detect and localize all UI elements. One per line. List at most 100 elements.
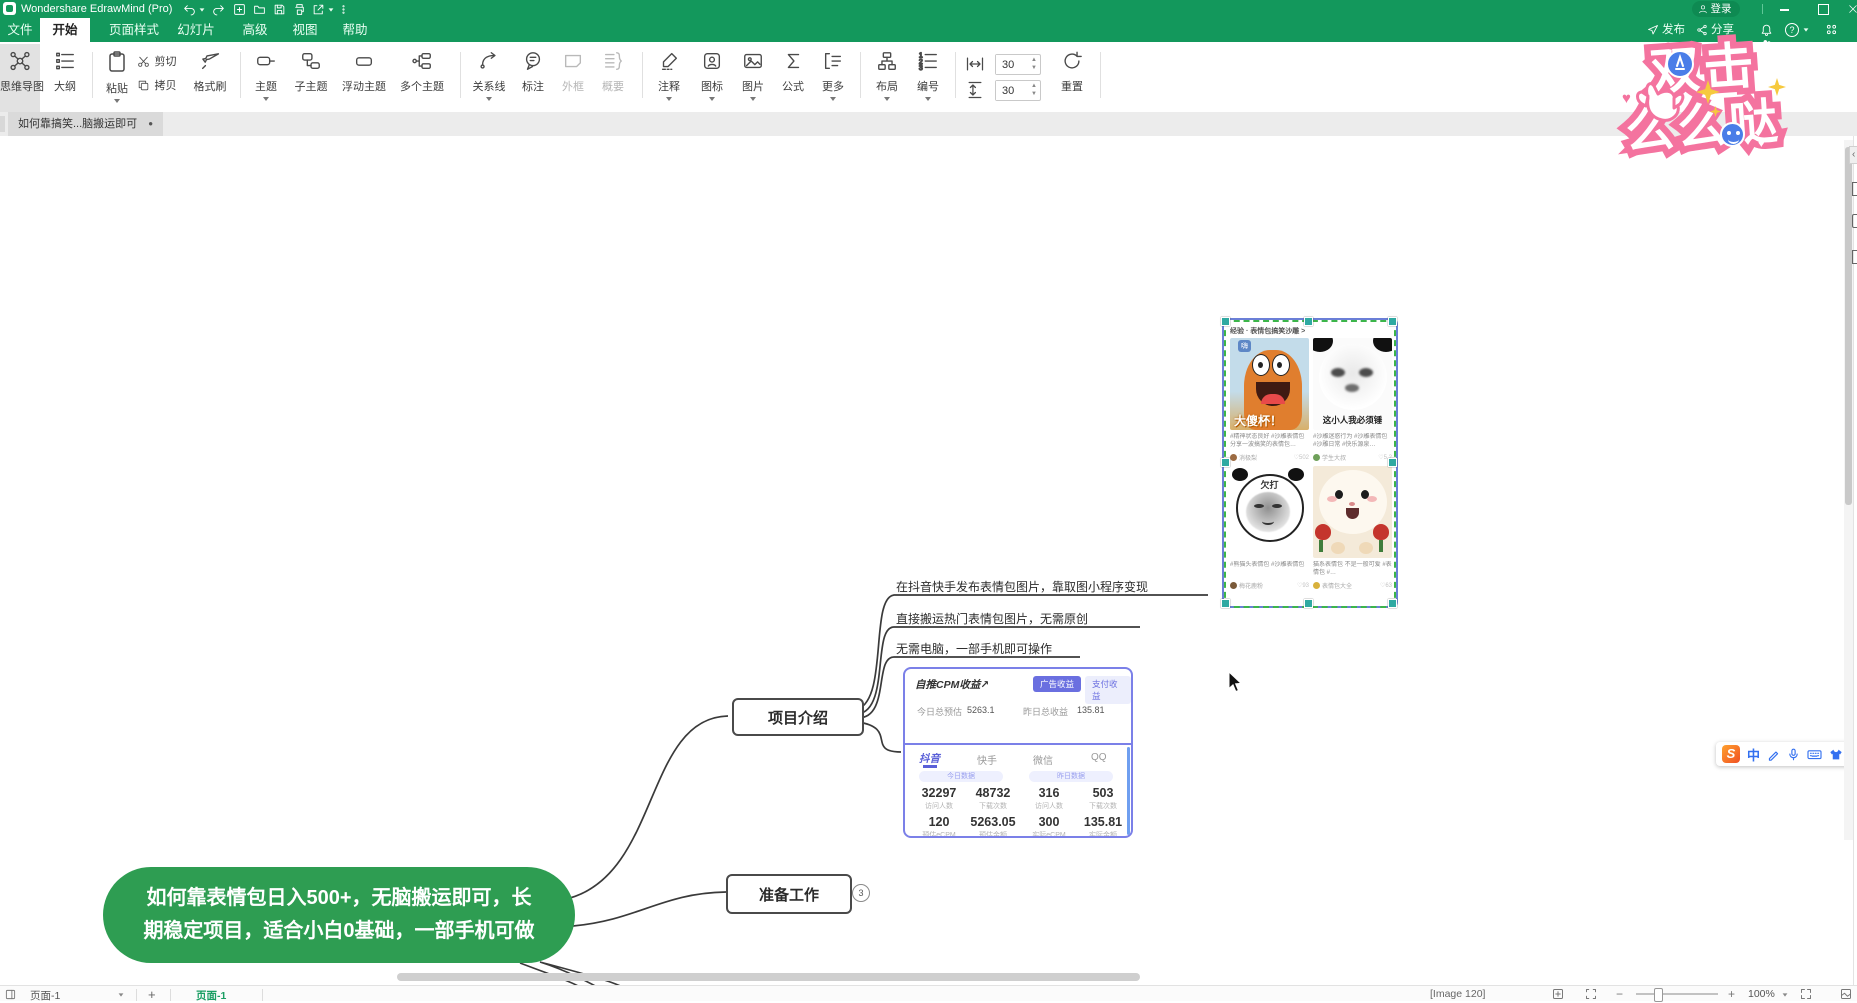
- horizontal-spacing-input[interactable]: ▲ ▼: [995, 54, 1041, 75]
- menu-home[interactable]: 开始: [40, 18, 90, 42]
- print-icon[interactable]: [293, 3, 306, 16]
- central-topic-node[interactable]: 如何靠表情包日入500+，无脑搬运即可，长期稳定项目，适合小白0基础，一部手机可…: [103, 867, 575, 963]
- vertical-scrollbar-thumb[interactable]: [1845, 147, 1852, 505]
- panel-icon-fragment[interactable]: [1852, 214, 1857, 228]
- selection-handle[interactable]: [1304, 599, 1313, 608]
- zoom-level[interactable]: 100%: [1748, 988, 1775, 1000]
- undo-caret-icon[interactable]: [200, 8, 205, 11]
- subtopic-node-1[interactable]: 在抖音快手发布表情包图片，靠取图小程序变现: [896, 578, 1148, 595]
- ribbon-button-reset[interactable]: 重置: [1050, 50, 1094, 110]
- menu-help[interactable]: 帮助: [332, 18, 378, 42]
- minimize-button[interactable]: [1780, 9, 1789, 11]
- numbering-dropdown-icon[interactable]: [925, 97, 931, 101]
- share-icon[interactable]: [1696, 24, 1708, 36]
- close-button[interactable]: [1848, 4, 1857, 14]
- fit-window-icon[interactable]: [1552, 988, 1564, 1000]
- menu-advanced[interactable]: 高级: [232, 18, 278, 42]
- apps-grid-icon[interactable]: [1825, 23, 1838, 36]
- maximize-button[interactable]: [1818, 4, 1829, 15]
- horizontal-scrollbar-thumb[interactable]: [397, 973, 1140, 981]
- ribbon-button-relationship[interactable]: 关系线: [466, 50, 512, 110]
- panel-icon-fragment[interactable]: [1852, 182, 1857, 196]
- open-folder-icon[interactable]: [253, 3, 266, 16]
- ribbon-button-multiple-topics[interactable]: 多个主题: [394, 50, 450, 110]
- ribbon-button-topic[interactable]: 主题: [246, 50, 286, 110]
- fit-selection-icon[interactable]: [1585, 988, 1597, 1000]
- ime-language-mode[interactable]: 中: [1747, 745, 1760, 764]
- undo-icon[interactable]: [183, 3, 196, 16]
- ad-revenue-tab[interactable]: 广告收益: [1033, 676, 1081, 692]
- vertical-spacing-value[interactable]: [996, 81, 1030, 100]
- pay-revenue-tab[interactable]: 支付收益: [1085, 676, 1131, 704]
- relationship-dropdown-icon[interactable]: [486, 97, 492, 101]
- icon-dropdown-icon[interactable]: [709, 97, 715, 101]
- ribbon-button-layout[interactable]: 布局: [866, 50, 908, 110]
- subtopic-node-3[interactable]: 无需电脑，一部手机即可操作: [896, 640, 1052, 657]
- page-tab-active[interactable]: 页面-1: [196, 988, 226, 1003]
- ribbon-button-paste[interactable]: 粘贴: [98, 50, 136, 110]
- menu-page-style[interactable]: 页面样式: [100, 18, 168, 42]
- horizontal-spacing-value[interactable]: [996, 55, 1030, 74]
- ribbon-button-floating-topic[interactable]: 浮动主题: [336, 50, 392, 110]
- collapsed-children-badge[interactable]: 3: [852, 884, 870, 902]
- ime-skin-shirt-icon[interactable]: [1829, 748, 1843, 761]
- new-file-icon[interactable]: [233, 3, 246, 16]
- cpm-revenue-image-node[interactable]: 自推CPM收益↗ 广告收益 支付收益 今日总预估 5263.1 昨日总收益 13…: [903, 667, 1133, 838]
- ribbon-button-more[interactable]: 更多: [814, 50, 852, 110]
- pages-panel-icon[interactable]: [5, 989, 16, 1000]
- save-icon[interactable]: [273, 3, 286, 16]
- selection-handle[interactable]: [1221, 317, 1230, 326]
- menu-view[interactable]: 视图: [282, 18, 328, 42]
- selection-handle[interactable]: [1221, 458, 1230, 467]
- menu-slides[interactable]: 幻灯片: [168, 18, 224, 42]
- redo-icon[interactable]: [212, 3, 225, 16]
- page-selector[interactable]: 页面-1: [30, 988, 60, 1003]
- help-caret-icon[interactable]: [1804, 28, 1809, 31]
- help-icon[interactable]: ?: [1785, 23, 1799, 37]
- ribbon-button-format-painter[interactable]: 格式刷: [188, 50, 232, 110]
- login-button[interactable]: 登录: [1692, 1, 1740, 17]
- minimap-icon[interactable]: [1840, 988, 1852, 1000]
- ribbon-button-outline[interactable]: 大纲: [46, 50, 84, 110]
- zoom-slider-track[interactable]: [1636, 993, 1718, 995]
- paste-dropdown-icon[interactable]: [114, 99, 120, 103]
- selection-handle[interactable]: [1388, 458, 1397, 467]
- more-dropdown-icon[interactable]: [830, 97, 836, 101]
- panel-icon-fragment[interactable]: [1852, 250, 1857, 264]
- quick-access-more-icon[interactable]: [338, 4, 349, 15]
- topic-dropdown-icon[interactable]: [263, 97, 269, 101]
- zoom-out-button[interactable]: −: [1616, 987, 1623, 1001]
- fullscreen-icon[interactable]: [1800, 988, 1812, 1000]
- hspacing-down-icon[interactable]: ▼: [1031, 64, 1037, 73]
- sogou-logo-icon[interactable]: S: [1722, 745, 1740, 763]
- selection-handle[interactable]: [1304, 317, 1313, 326]
- publish-icon[interactable]: [1647, 24, 1659, 36]
- export-caret-icon[interactable]: [329, 8, 334, 11]
- platform-tab-qq[interactable]: QQ: [1091, 752, 1107, 763]
- ribbon-button-cut[interactable]: 剪切: [137, 50, 187, 71]
- ribbon-button-copy[interactable]: 拷贝: [137, 71, 187, 95]
- picture-dropdown-icon[interactable]: [750, 97, 756, 101]
- zoom-caret-icon[interactable]: [1783, 993, 1788, 996]
- vspacing-down-icon[interactable]: ▼: [1031, 90, 1037, 99]
- platform-tab-kuaishou[interactable]: 快手: [977, 752, 997, 767]
- share-label[interactable]: 分享: [1711, 18, 1734, 42]
- platform-tab-douyin[interactable]: 抖音: [919, 751, 940, 766]
- vertical-spacing-input[interactable]: ▲ ▼: [995, 80, 1041, 101]
- ribbon-button-subtopic[interactable]: 子主题: [288, 50, 334, 110]
- selection-handle[interactable]: [1388, 599, 1397, 608]
- publish-label[interactable]: 发布: [1662, 18, 1685, 42]
- zoom-in-button[interactable]: +: [1728, 987, 1735, 1001]
- ribbon-button-mindmap[interactable]: 思维导图: [0, 44, 40, 116]
- notifications-bell-icon[interactable]: [1760, 23, 1773, 36]
- platform-tab-wechat[interactable]: 微信: [1033, 752, 1053, 767]
- ribbon-button-formula[interactable]: 公式: [774, 50, 812, 110]
- ribbon-button-numbering[interactable]: 123 编号: [908, 50, 948, 110]
- panel-collapse-chevron-icon[interactable]: ‹: [1849, 146, 1857, 164]
- menu-file[interactable]: 文件: [0, 18, 40, 42]
- layout-dropdown-icon[interactable]: [884, 97, 890, 101]
- branch-node-preparation[interactable]: 准备工作: [726, 874, 852, 914]
- ime-toolbar[interactable]: S 中: [1716, 742, 1857, 766]
- selection-handle[interactable]: [1221, 599, 1230, 608]
- document-tab[interactable]: 如何靠搞笑...脑搬运即可 ●: [8, 112, 163, 136]
